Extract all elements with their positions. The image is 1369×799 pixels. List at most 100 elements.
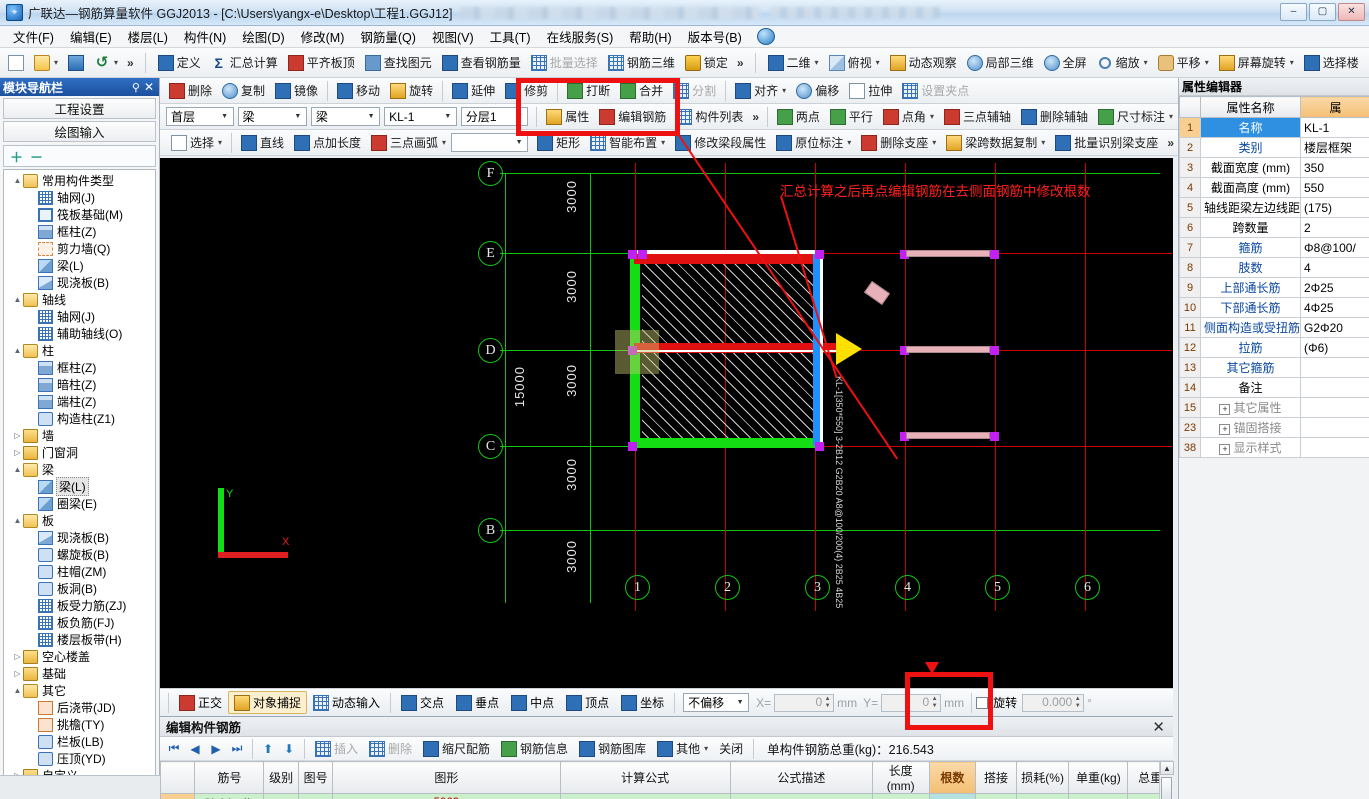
category-selector[interactable]: 梁 ▼ bbox=[237, 107, 307, 126]
property-column-header-1[interactable]: 属性名称 bbox=[1200, 96, 1301, 118]
property-name[interactable]: 截面宽度 (mm) bbox=[1200, 157, 1301, 178]
property-value[interactable]: G2Φ20 bbox=[1300, 317, 1369, 338]
joint-node[interactable] bbox=[628, 250, 637, 259]
pan-button[interactable]: 平移 ▾ bbox=[1153, 51, 1214, 74]
tree-twisty-icon[interactable]: ▲ bbox=[12, 346, 23, 355]
property-name[interactable]: 箍筋 bbox=[1200, 237, 1301, 258]
last-record-button[interactable]: ⏭ bbox=[227, 741, 247, 756]
rebar-number-cell[interactable]: 0跨.侧面构造筋1 bbox=[194, 793, 265, 799]
tree-twisty-icon[interactable]: ▲ bbox=[12, 176, 23, 185]
column-header-单重(kg)[interactable]: 单重(kg) bbox=[1068, 761, 1129, 794]
property-row[interactable]: 3 截面宽度 (mm) 350 bbox=[1179, 157, 1369, 178]
property-value[interactable]: Φ8@100/ bbox=[1300, 237, 1369, 258]
property-value[interactable] bbox=[1300, 397, 1369, 418]
more-button[interactable]: 其他 ▾ bbox=[652, 737, 713, 760]
property-value[interactable]: 2Φ25 bbox=[1300, 277, 1369, 298]
coordinate-snap-button[interactable]: 坐标 bbox=[615, 691, 670, 714]
stretch-button[interactable]: 拉伸 bbox=[844, 79, 897, 102]
property-value[interactable]: 4Φ25 bbox=[1300, 297, 1369, 318]
copy-span-data-button[interactable]: 梁跨数据复制 ▾ bbox=[941, 131, 1050, 154]
align-slab-top-button[interactable]: 平齐板顶 bbox=[283, 51, 360, 74]
save-button[interactable] bbox=[63, 52, 89, 74]
menu-rebar-qty[interactable]: 钢筋量(Q) bbox=[353, 25, 423, 48]
merge-button[interactable]: 合并 bbox=[615, 79, 668, 102]
property-value[interactable]: 4 bbox=[1300, 257, 1369, 278]
find-element-button[interactable]: 查找图元 bbox=[360, 51, 437, 74]
orbit-button[interactable]: 动态观察 bbox=[885, 51, 962, 74]
globe-icon[interactable] bbox=[756, 28, 775, 45]
trim-button[interactable]: 修剪 bbox=[500, 79, 553, 102]
property-table[interactable]: 属性名称属 1 名称 KL-1 2 类别 楼层框架 3 截面宽度 (mm) 350 4 截面高度 (m… bbox=[1179, 96, 1369, 458]
axis-bubble-C[interactable]: C bbox=[478, 434, 503, 459]
view-2d-button[interactable]: 二维 ▾ bbox=[763, 51, 824, 74]
open-button[interactable]: ▾ bbox=[29, 52, 63, 74]
column-header-根数[interactable]: 根数 bbox=[928, 761, 977, 794]
beam-element[interactable] bbox=[906, 250, 990, 257]
rebar-library-button[interactable]: 钢筋图库 bbox=[574, 737, 651, 760]
insert-row-button[interactable]: 插入 bbox=[310, 737, 363, 760]
tree-item-柱[interactable]: ▲ 柱 bbox=[6, 342, 155, 359]
tree-item-辅助轴线o[interactable]: 辅助轴线(O) bbox=[6, 325, 155, 342]
tree-twisty-icon[interactable]: ▲ bbox=[12, 686, 23, 695]
x-spinner-icon[interactable]: ▲ ▼ bbox=[823, 696, 832, 711]
delete-row-button[interactable]: 删除 bbox=[364, 737, 417, 760]
formula-cell[interactable]: -20+6003-20 bbox=[559, 793, 731, 799]
tree-item-筏板基础m[interactable]: 筏板基础(M) bbox=[6, 206, 155, 223]
maximize-button[interactable]: ▢ bbox=[1309, 3, 1336, 21]
view-rebar-qty-button[interactable]: 查看钢筋量 bbox=[437, 51, 526, 74]
mirror-button[interactable]: 镜像 bbox=[270, 79, 323, 102]
property-name[interactable]: + 显示样式 bbox=[1200, 437, 1301, 458]
joint-node[interactable] bbox=[628, 442, 637, 451]
beam-element[interactable] bbox=[906, 346, 990, 353]
set-grip-button[interactable]: 设置夹点 bbox=[897, 79, 974, 102]
menu-version[interactable]: 版本号(B) bbox=[681, 25, 749, 48]
rebar-table[interactable]: 筋号级别图号图形计算公式公式描述长度(mm)根数搭接损耗(%)单重(kg)总重2… bbox=[159, 761, 1173, 799]
batch-recognize-support-button[interactable]: 批量识别梁支座 bbox=[1050, 131, 1163, 154]
point-angle-button[interactable]: 点角 ▾ bbox=[878, 105, 939, 128]
property-row[interactable]: 38 + 显示样式 bbox=[1179, 437, 1369, 458]
move-button[interactable]: 移动 bbox=[332, 79, 385, 102]
length-cell[interactable]: 5963 bbox=[871, 793, 930, 799]
draw-mode-selector[interactable]: ▼ bbox=[451, 133, 529, 152]
fullscreen-button[interactable]: 全屏 bbox=[1039, 51, 1092, 74]
property-value[interactable]: 350 bbox=[1300, 157, 1369, 178]
nav-close-icon[interactable]: ✕ bbox=[144, 80, 159, 94]
context-bar-overflow[interactable]: » bbox=[748, 110, 763, 124]
dimension-button[interactable]: 尺寸标注 ▾ bbox=[1093, 105, 1178, 128]
tree-item-其它[interactable]: ▲ 其它 bbox=[6, 682, 155, 699]
property-value[interactable] bbox=[1300, 417, 1369, 438]
axis-bubble-D[interactable]: D bbox=[478, 338, 503, 363]
axis-bubble-2[interactable]: 2 bbox=[715, 575, 740, 600]
property-value[interactable]: (Φ6) bbox=[1300, 337, 1369, 358]
property-row[interactable]: 11 侧面构造或受扭筋 G2Φ20 bbox=[1179, 317, 1369, 338]
y-spinner-icon[interactable]: ▲ ▼ bbox=[930, 696, 939, 711]
in-situ-label-button[interactable]: 原位标注 ▾ bbox=[771, 131, 856, 154]
expand-icon[interactable]: + bbox=[1219, 404, 1231, 415]
tree-item-柱帽zm[interactable]: 柱帽(ZM) bbox=[6, 563, 155, 580]
axis-bubble-F[interactable]: F bbox=[478, 161, 503, 186]
tree-item-梁l[interactable]: 梁(L) bbox=[6, 257, 155, 274]
property-name[interactable]: 备注 bbox=[1200, 377, 1301, 398]
column-header-index[interactable] bbox=[159, 761, 196, 794]
break-button[interactable]: 打断 bbox=[562, 79, 615, 102]
three-point-axis-button[interactable]: 三点辅轴 bbox=[939, 105, 1016, 128]
minimize-button[interactable]: – bbox=[1280, 3, 1307, 21]
tree-item-暗柱z[interactable]: 暗柱(Z) bbox=[6, 376, 155, 393]
local-3d-button[interactable]: 局部三维 bbox=[962, 51, 1039, 74]
x-input[interactable]: 0 ▲ ▼ bbox=[774, 693, 835, 712]
property-row[interactable]: 1 名称 KL-1 bbox=[1179, 117, 1369, 138]
rebar-info-button[interactable]: 钢筋信息 bbox=[496, 737, 573, 760]
description-cell[interactable]: -保护层+净长-保护层 bbox=[729, 793, 873, 799]
tree-item-板洞b[interactable]: 板洞(B) bbox=[6, 580, 155, 597]
axis-bubble-1[interactable]: 1 bbox=[625, 575, 650, 600]
new-document-button[interactable] bbox=[3, 52, 29, 74]
lap-cell[interactable]: 0 bbox=[975, 793, 1017, 799]
tree-item-剪力墙q[interactable]: 剪力墙(Q) bbox=[6, 240, 155, 257]
property-row[interactable]: 6 跨数量 2 bbox=[1179, 217, 1369, 238]
select-tool-button[interactable]: 选择 ▾ bbox=[166, 131, 227, 154]
axis-bubble-3[interactable]: 3 bbox=[805, 575, 830, 600]
joint-node[interactable] bbox=[990, 432, 999, 441]
loss-cell[interactable]: 0 bbox=[1015, 793, 1070, 799]
property-name[interactable]: 肢数 bbox=[1200, 257, 1301, 278]
point-length-button[interactable]: 点加长度 bbox=[289, 131, 366, 154]
